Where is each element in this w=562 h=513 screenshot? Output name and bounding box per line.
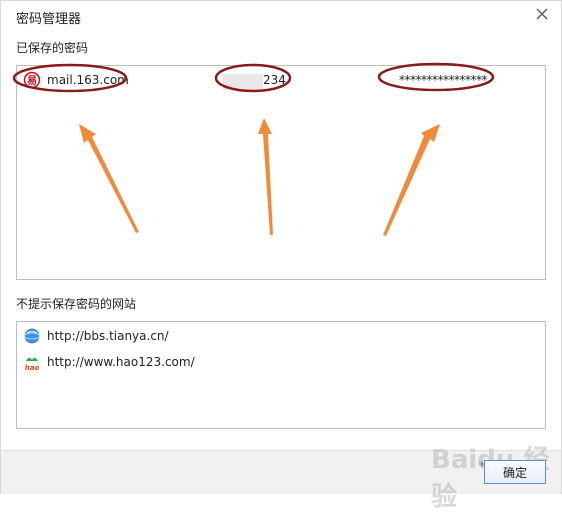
saved-password: **************** <box>399 73 488 87</box>
saved-passwords-label: 已保存的密码 <box>16 41 89 55</box>
saved-passwords-list[interactable]: 易 mail.163.com 234 **************** <box>16 65 546 280</box>
never-save-site: http://www.hao123.com/ <box>47 355 195 369</box>
saved-username: 234 <box>263 73 286 87</box>
never-save-list[interactable]: http://bbs.tianya.cn/ hao http://www.hao… <box>16 321 546 429</box>
never-save-row[interactable]: http://bbs.tianya.cn/ <box>17 328 545 347</box>
ok-button[interactable]: 确定 <box>484 460 546 484</box>
close-button[interactable] <box>532 4 552 24</box>
never-save-site: http://bbs.tianya.cn/ <box>47 329 169 343</box>
close-icon <box>536 8 548 20</box>
password-manager-dialog: 密码管理器 已保存的密码 易 mail.163.com 234 ********… <box>0 0 562 512</box>
tianya-globe-icon <box>24 328 40 344</box>
saved-password-row[interactable]: 易 mail.163.com 234 **************** <box>17 71 545 91</box>
saved-site: mail.163.com <box>47 73 129 87</box>
mail-163-icon: 易 <box>23 71 41 89</box>
never-save-label: 不提示保存密码的网站 <box>16 297 137 311</box>
blurred-username-prefix <box>223 74 263 90</box>
dialog-title: 密码管理器 <box>16 12 82 27</box>
hao123-icon: hao <box>25 357 40 371</box>
never-save-row[interactable]: hao http://www.hao123.com/ <box>17 355 545 373</box>
svg-text:hao: hao <box>25 364 40 371</box>
svg-text:易: 易 <box>27 75 37 87</box>
